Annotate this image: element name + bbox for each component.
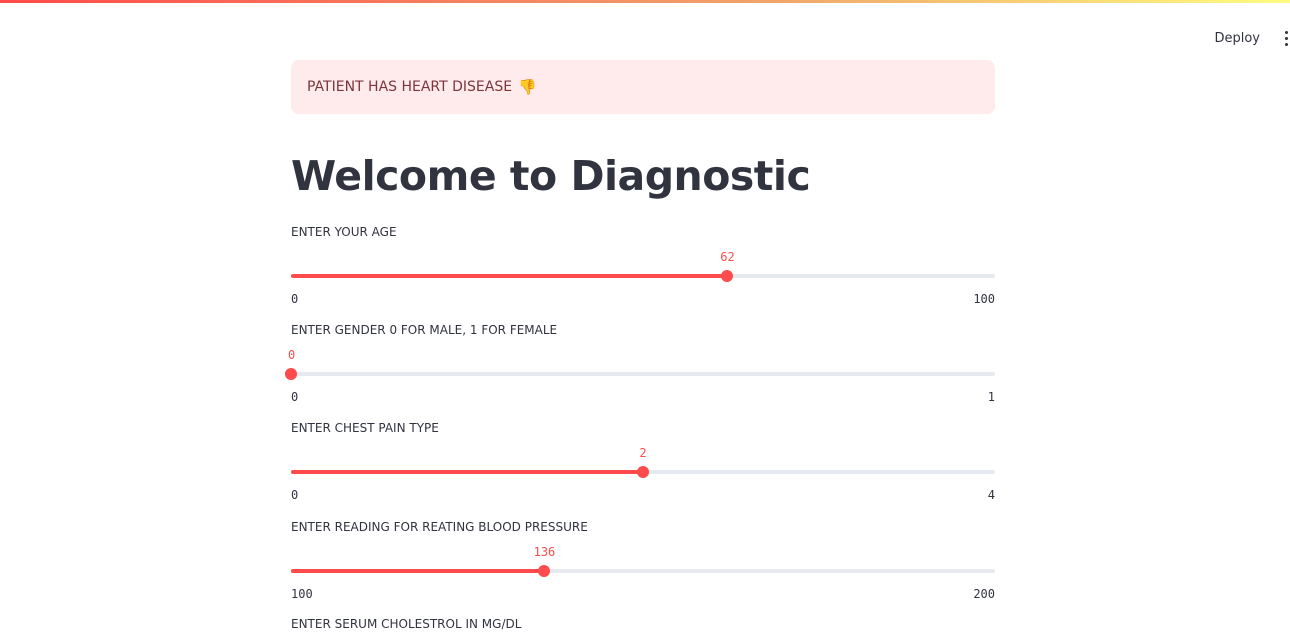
slider-control[interactable]: 136 100 200 <box>291 535 995 601</box>
kebab-menu-icon[interactable] <box>1284 28 1290 48</box>
slider-min-label: 0 <box>291 292 299 306</box>
header-toolbar: Deploy <box>1214 28 1290 48</box>
slider-age: ENTER YOUR AGE 62 0 100 <box>291 224 995 306</box>
slider-label: ENTER YOUR AGE <box>291 225 397 239</box>
slider-chest-pain-type: ENTER CHEST PAIN TYPE 2 0 4 <box>291 420 995 502</box>
slider-track[interactable] <box>291 274 995 278</box>
alert-text: PATIENT HAS HEART DISEASE <box>307 79 513 95</box>
deploy-button[interactable]: Deploy <box>1214 31 1260 46</box>
slider-min-label: 0 <box>291 390 299 404</box>
slider-label: ENTER CHEST PAIN TYPE <box>291 421 439 435</box>
slider-max-label: 200 <box>973 587 995 601</box>
page-title: Welcome to Diagnostic <box>291 152 811 200</box>
cholesterol-label: ENTER SERUM CHOLESTROL IN MG/DL <box>291 617 522 631</box>
error-alert: PATIENT HAS HEART DISEASE 👎 <box>291 60 995 114</box>
slider-value: 0 <box>288 348 296 362</box>
slider-max-label: 4 <box>987 488 995 502</box>
slider-value: 62 <box>720 250 735 264</box>
slider-label: ENTER READING FOR REATING BLOOD PRESSURE <box>291 520 588 534</box>
slider-resting-blood-pressure: ENTER READING FOR REATING BLOOD PRESSURE… <box>291 519 995 601</box>
thumbs-down-icon: 👎 <box>518 77 537 96</box>
slider-track-fill <box>291 470 643 474</box>
slider-value: 136 <box>533 545 556 559</box>
slider-control[interactable]: 0 0 1 <box>285 338 995 404</box>
slider-thumb[interactable] <box>637 466 649 478</box>
slider-value: 2 <box>639 446 647 460</box>
slider-track-fill <box>291 569 545 573</box>
top-decoration-bar <box>0 0 1290 3</box>
slider-label: ENTER GENDER 0 FOR MALE, 1 FOR FEMALE <box>291 323 558 337</box>
slider-max-label: 1 <box>987 390 995 404</box>
slider-gender: ENTER GENDER 0 FOR MALE, 1 FOR FEMALE 0 0 1 <box>285 322 995 404</box>
slider-track[interactable] <box>291 372 995 376</box>
slider-track-fill <box>291 274 728 278</box>
slider-min-label: 100 <box>291 587 313 601</box>
main-content: PATIENT HAS HEART DISEASE 👎 Welcome to D… <box>291 60 995 202</box>
slider-thumb[interactable] <box>285 368 297 380</box>
slider-thumb[interactable] <box>538 565 551 577</box>
slider-track[interactable] <box>291 569 995 573</box>
slider-max-label: 100 <box>973 292 995 306</box>
slider-control[interactable]: 62 0 100 <box>291 240 995 306</box>
slider-thumb[interactable] <box>721 270 734 282</box>
slider-min-label: 0 <box>291 488 299 502</box>
slider-control[interactable]: 2 0 4 <box>291 436 995 502</box>
